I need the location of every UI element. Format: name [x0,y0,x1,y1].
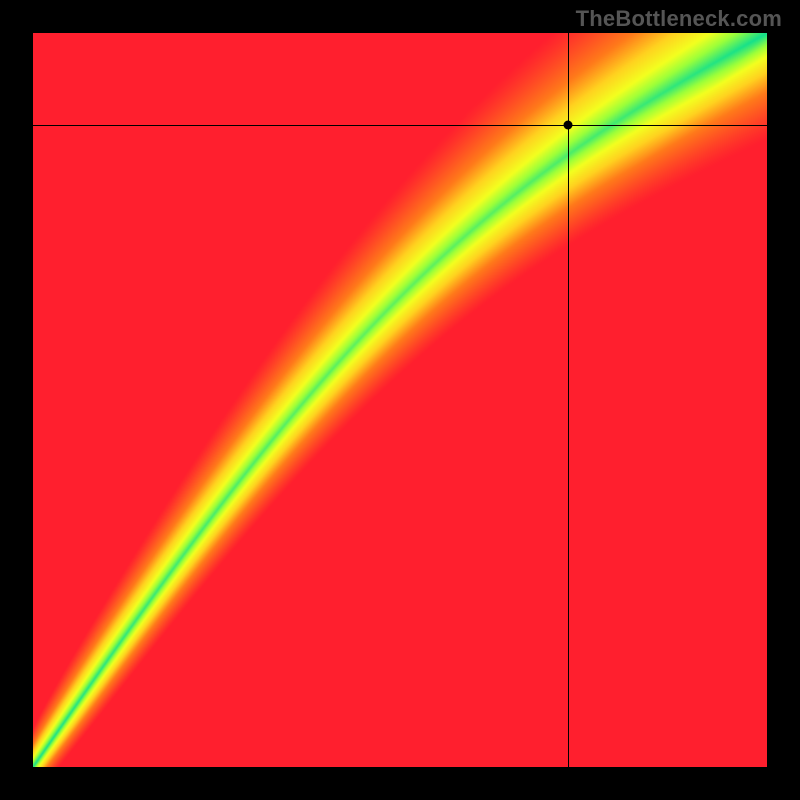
crosshair-horizontal [33,125,767,126]
plot-area [33,33,767,767]
crosshair-vertical [568,33,569,767]
selection-marker [564,120,573,129]
chart-root: TheBottleneck.com [0,0,800,800]
heatmap-canvas [33,33,767,767]
watermark-text: TheBottleneck.com [576,6,782,32]
